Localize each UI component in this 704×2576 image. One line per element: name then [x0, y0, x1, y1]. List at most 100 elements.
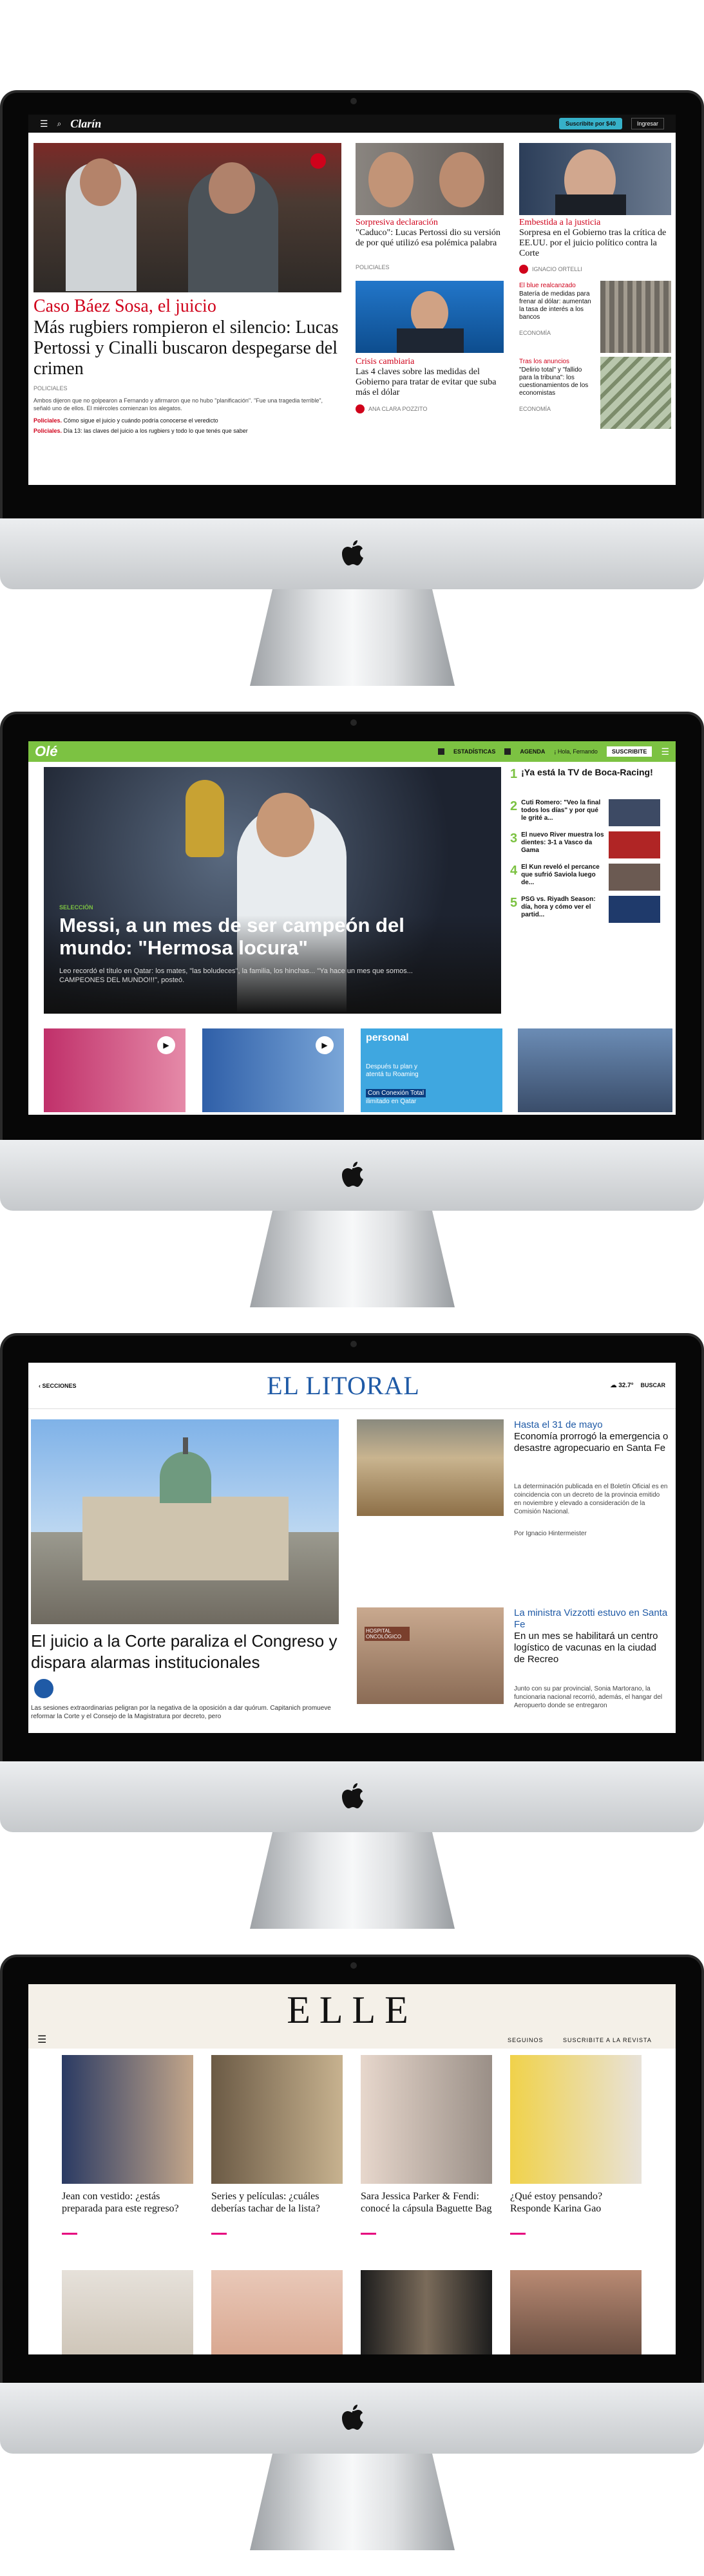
blue-text[interactable]: Batería de medidas para frenar al dólar:…: [519, 290, 596, 321]
n2-summary: Junto con su par provincial, Sonia Marto…: [514, 1685, 663, 1709]
related-link[interactable]: Policiales. Día 13: las claves del juici…: [33, 428, 336, 434]
n1-headline[interactable]: Economía prorrogó la emergencia o desast…: [514, 1431, 669, 1454]
stats-icon: [438, 748, 445, 755]
rank-text: ¡Ya está la TV de Boca-Racing!: [521, 767, 653, 777]
clarin-logo[interactable]: Clarín: [70, 117, 101, 131]
massa-photo[interactable]: [356, 281, 504, 353]
pertossi-photo[interactable]: [356, 143, 504, 215]
agenda-link[interactable]: AGENDA: [520, 748, 545, 755]
crisis-author: ANA CLARA POZZITO: [368, 406, 428, 412]
user-greeting[interactable]: ¡ Hola, Fernando: [554, 748, 598, 755]
clarin-screen: ☰ ⌕ Clarín Suscribite por $40 Ingresar C…: [28, 115, 676, 485]
menu-icon[interactable]: ☰: [661, 746, 669, 757]
col3-author: IGNACIO ORTELLI: [532, 266, 582, 272]
related-link[interactable]: Policiales. Cómo sigue el juicio y cuánd…: [33, 417, 336, 424]
search-button[interactable]: BUSCAR: [640, 1382, 665, 1388]
rank-thumb: [609, 799, 661, 826]
ranking-list: 1 ¡Ya está la TV de Boca-Racing! 2 Cuti Ro…: [510, 767, 671, 928]
ole-kicker: SELECCIÓN: [59, 904, 93, 911]
ole-screen: Olé ESTADÍSTICAS AGENDA ¡ Hola, Fernando…: [28, 741, 676, 1115]
search-icon[interactable]: ⌕: [57, 119, 62, 129]
main-kicker[interactable]: Caso Báez Sosa, el juicio: [33, 296, 343, 317]
ranking-item[interactable]: 4 El Kun reveló el percance que sufrió Sa…: [510, 864, 671, 896]
fans-photo[interactable]: [518, 1028, 672, 1112]
menu-icon[interactable]: ☰: [37, 2033, 46, 2046]
main-section: POLICIALES: [33, 385, 68, 392]
card-accent: [62, 2233, 77, 2235]
n2-headline[interactable]: En un mes se habilitará un centro logíst…: [514, 1631, 669, 1665]
col2-section: POLICIALES: [356, 264, 390, 270]
stats-link[interactable]: ESTADÍSTICAS: [453, 748, 495, 755]
crisis-kicker[interactable]: Crisis cambiaria: [356, 357, 414, 367]
card-title[interactable]: Series y películas: ¿cuáles deberías tac…: [211, 2190, 343, 2215]
main-photo-rugbiers[interactable]: [33, 143, 341, 292]
litoral-logo[interactable]: EL LITORAL: [267, 1370, 420, 1401]
ranking-item[interactable]: 2 Cuti Romero: "Veo la final todos los dí…: [510, 799, 671, 831]
fernandez-photo[interactable]: [519, 143, 671, 215]
ole-topbar: Olé ESTADÍSTICAS AGENDA ¡ Hola, Fernando…: [28, 741, 676, 762]
col2-headline[interactable]: "Caduco": Lucas Pertossi dio su versión …: [356, 228, 505, 249]
rank-text: El Kun reveló el percance que sufrió Sav…: [521, 864, 600, 886]
drought-photo[interactable]: [357, 1419, 504, 1516]
blue-section: ECONOMÍA: [519, 330, 551, 336]
card-photo[interactable]: [361, 2270, 492, 2354]
sections-button[interactable]: ‹ SECCIONES: [39, 1383, 77, 1389]
subscribe-link[interactable]: SUSCRIBITE A LA REVISTA: [563, 2037, 652, 2043]
video-card[interactable]: ▶: [202, 1028, 344, 1112]
card-photo[interactable]: [211, 2055, 343, 2184]
elle-header: ELLE ☰ SEGUINOS SUSCRIBITE A LA REVISTA: [28, 1984, 676, 2049]
card-title[interactable]: ¿Qué estoy pensando? Responde Karina Gao: [510, 2190, 642, 2215]
card-title[interactable]: Jean con vestido: ¿estás preparada para …: [62, 2190, 193, 2215]
play-icon[interactable]: ▶: [157, 1036, 175, 1054]
card-title[interactable]: Sara Jessica Parker & Fendi: conocé la c…: [361, 2190, 492, 2215]
main-headline[interactable]: El juicio a la Corte paraliza el Congres…: [31, 1631, 340, 1673]
col3-kicker[interactable]: Embestida a la justicia: [519, 218, 600, 228]
rank-number: 4: [510, 864, 518, 878]
ad-line: Después tu plan y: [366, 1063, 418, 1070]
vizzotti-photo[interactable]: HOSPITAL ONCOLÓGICO: [357, 1607, 504, 1704]
ad-personal[interactable]: personal Después tu plan y atentá tu Roa…: [361, 1028, 502, 1112]
ad-line: ilimitado en Qatar: [366, 1098, 417, 1105]
rank-text: Cuti Romero: "Veo la final todos los día…: [521, 799, 601, 822]
notification-bell-icon[interactable]: [32, 1677, 55, 1700]
card-accent: [510, 2233, 526, 2235]
elle-logo[interactable]: ELLE: [28, 1984, 676, 2032]
menu-icon[interactable]: ☰: [40, 118, 48, 129]
col3-headline[interactable]: Sorpresa en el Gobierno tras la crítica …: [519, 228, 671, 259]
ranking-item[interactable]: 3 El nuevo River muestra los dientes: 3-1…: [510, 831, 671, 864]
card-photo[interactable]: [361, 2055, 492, 2184]
ad-line: Con Conexión Total: [366, 1089, 426, 1097]
building-photo[interactable]: [600, 281, 671, 353]
weather-widget[interactable]: ☁ 32.7° BUSCAR: [610, 1382, 665, 1389]
col2-kicker[interactable]: Sorpresiva declaración: [356, 218, 438, 228]
hospital-sign: HOSPITAL ONCOLÓGICO: [365, 1627, 410, 1641]
congreso-photo[interactable]: [31, 1419, 339, 1624]
card-photo[interactable]: [510, 2055, 642, 2184]
login-button[interactable]: Ingresar: [631, 118, 664, 129]
n1-kicker[interactable]: Hasta el 31 de mayo: [514, 1419, 603, 1430]
ole-headline[interactable]: Messi, a un mes de ser campeón del mundo…: [59, 914, 446, 959]
ranking-item[interactable]: 1 ¡Ya está la TV de Boca-Racing!: [510, 767, 671, 799]
blue-kicker[interactable]: El blue realcanzado: [519, 282, 576, 289]
card-photo[interactable]: [510, 2270, 642, 2354]
crisis-headline[interactable]: Las 4 claves sobre las medidas del Gobie…: [356, 367, 505, 398]
subscribe-button[interactable]: SUSCRIBITE: [606, 746, 652, 757]
follow-link[interactable]: SEGUINOS: [508, 2037, 544, 2043]
rank-thumb: [609, 864, 661, 891]
ranking-item[interactable]: 5 PSG vs. Riyadh Season: día, hora y cómo…: [510, 896, 671, 928]
rank-text: El nuevo River muestra los dientes: 3-1 …: [521, 831, 604, 854]
avatar: [356, 404, 365, 413]
play-icon[interactable]: ▶: [316, 1036, 334, 1054]
anuncios-kicker[interactable]: Tras los anuncios: [519, 358, 569, 365]
video-card[interactable]: ▶: [44, 1028, 186, 1112]
card-photo[interactable]: [211, 2270, 343, 2354]
card-photo[interactable]: [62, 2270, 193, 2354]
subscribe-button[interactable]: Suscribite por $40: [558, 118, 622, 129]
main-headline[interactable]: Más rugbiers rompieron el silencio: Luca…: [33, 317, 343, 379]
dollars-photo[interactable]: [600, 357, 671, 429]
n2-kicker[interactable]: La ministra Vizzotti estuvo en Santa Fe: [514, 1607, 669, 1631]
card-photo[interactable]: [62, 2055, 193, 2184]
anuncios-text[interactable]: "Delirio total" y "fallido para la tribu…: [519, 366, 596, 397]
avatar: [519, 265, 528, 274]
ole-logo[interactable]: Olé: [35, 743, 57, 760]
